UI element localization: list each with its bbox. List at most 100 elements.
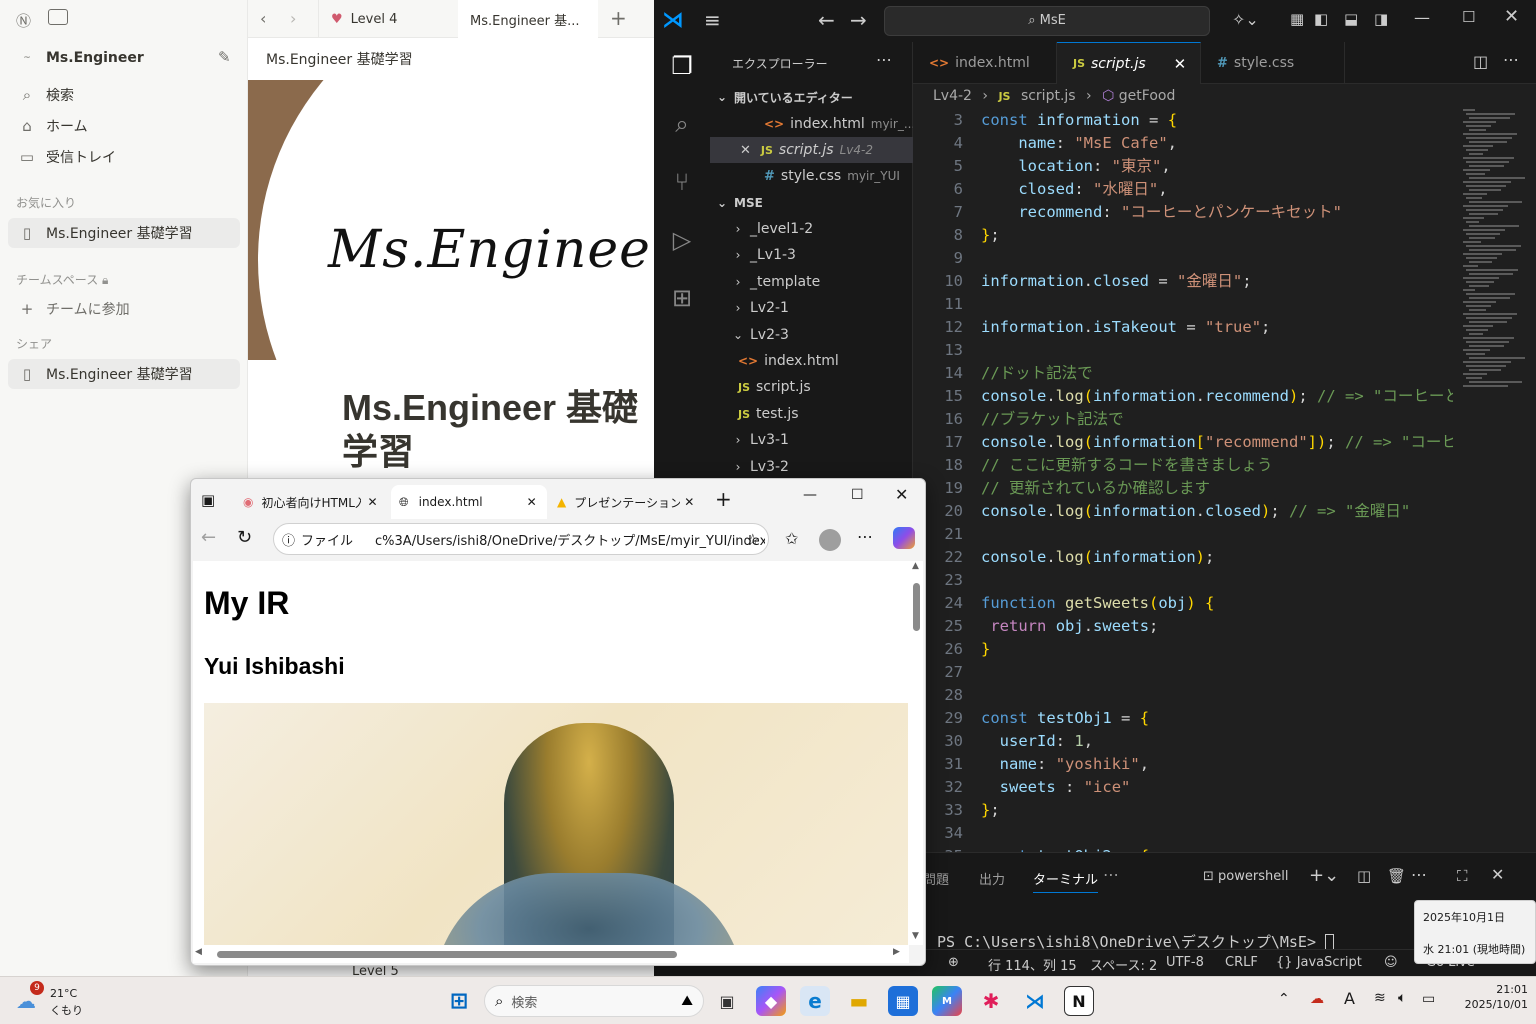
close-icon[interactable]: ✕ <box>1504 6 1519 27</box>
code-line[interactable]: 17 console.log(information["recommend"]);… <box>913 431 1453 454</box>
close-editor-icon[interactable]: ✕ <box>740 143 751 158</box>
tab-level-4[interactable]: ♥ Level 4 <box>318 0 458 38</box>
sidebar-item-home[interactable]: ⌂ ホーム <box>8 111 240 141</box>
tab-actions-icon[interactable]: ▣ <box>201 491 215 509</box>
tab-output[interactable]: 出力 <box>979 869 1005 888</box>
browser-tab-active[interactable]: 🌐︎ index.html ✕ <box>391 485 547 519</box>
code-line[interactable]: 33}; <box>913 799 1453 822</box>
vscode-app-icon[interactable]: ⋊ <box>1020 986 1050 1016</box>
copilot-status-icon[interactable]: ☺ <box>1384 955 1398 970</box>
scroll-right-icon[interactable]: ▶ <box>893 947 900 957</box>
code-line[interactable]: 21 <box>913 523 1453 546</box>
code-line[interactable]: 12 information.isTakeout = "true"; <box>913 316 1453 339</box>
panel-actions-icon[interactable]: ⋯ <box>1411 865 1427 884</box>
layout-customize-icon[interactable]: ▦ <box>1290 10 1304 28</box>
maximize-panel-icon[interactable]: ⛶ <box>1457 867 1468 885</box>
code-line[interactable]: 3 const information = { <box>913 109 1453 132</box>
tab-style-css[interactable]: # style.css <box>1201 42 1345 84</box>
tree-folder-open[interactable]: ⌄ Lv2-3 <box>710 322 913 348</box>
edge-app-icon[interactable]: e <box>800 986 830 1016</box>
maximize-icon[interactable]: ☐ <box>851 487 864 503</box>
slack-app-icon[interactable]: ✱ <box>976 986 1006 1016</box>
code-line[interactable]: 10 information.closed = "金曜日"; <box>913 270 1453 293</box>
sidebar-item-favorite-page[interactable]: ▯ Ms.Engineer 基礎学習 <box>8 218 240 248</box>
open-editors-header[interactable]: ⌄ 開いているエディター <box>710 84 913 110</box>
tree-folder[interactable]: › Lv3-1 <box>710 427 913 453</box>
tree-folder[interactable]: › _level1-2 <box>710 216 913 242</box>
ime-icon[interactable]: A <box>1344 989 1355 1008</box>
status-language[interactable]: {} JavaScript <box>1276 955 1362 970</box>
close-tab-icon[interactable]: ✕ <box>684 495 694 509</box>
m365-app-icon[interactable]: M <box>932 986 962 1016</box>
scroll-thumb[interactable] <box>913 583 920 631</box>
code-line[interactable]: 28 <box>913 684 1453 707</box>
info-icon[interactable]: ⓘ <box>282 530 295 549</box>
tab-index-html[interactable]: <> index.html <box>913 42 1057 84</box>
code-line[interactable]: 13 <box>913 339 1453 362</box>
breadcrumb-folder[interactable]: Lv4-2 <box>933 88 972 104</box>
tab-terminal[interactable]: ターミナル <box>1033 869 1099 893</box>
code-line[interactable]: 9 <box>913 247 1453 270</box>
editor-more-icon[interactable]: ⋯ <box>1503 50 1519 69</box>
tree-folder[interactable]: › _Lv1-3 <box>710 242 913 268</box>
workspace-switcher[interactable]: ~ Ms.Engineer <box>8 43 240 73</box>
code-line[interactable]: 14 //ドット記法で <box>913 362 1453 385</box>
source-control-icon[interactable]: ⑂ <box>666 168 698 200</box>
horizontal-scrollbar[interactable]: ◀ ▶ <box>193 945 909 963</box>
code-line[interactable]: 6 closed: "水曜日", <box>913 178 1453 201</box>
tree-file[interactable]: JS test.js <box>710 401 913 427</box>
nav-forward-icon[interactable]: → <box>850 8 867 32</box>
open-editor-item[interactable]: <> index.html myir_... <box>710 111 913 137</box>
status-cursor-position[interactable]: 行 114、列 15 <box>988 955 1077 974</box>
hscroll-thumb[interactable] <box>217 951 677 958</box>
workspace-folder-header[interactable]: ⌄ MSE <box>710 190 913 216</box>
scroll-down-icon[interactable]: ▼ <box>912 931 919 941</box>
nav-back-icon[interactable]: ← <box>818 8 835 32</box>
panel-more-icon[interactable]: ⋯ <box>1103 865 1119 884</box>
tree-folder[interactable]: › Lv3-2 <box>710 454 913 480</box>
new-tab-icon[interactable]: + <box>715 487 732 511</box>
code-line[interactable]: 11 <box>913 293 1453 316</box>
clock[interactable]: 21:01 2025/10/01 <box>1452 983 1528 1011</box>
browser-tab[interactable]: ◉ 初心者向けHTML入 ✕ <box>237 485 387 519</box>
minimap[interactable] <box>1463 109 1533 409</box>
tree-file[interactable]: JS script.js <box>710 374 913 400</box>
search-view-icon[interactable]: ⌕ <box>666 110 698 142</box>
code-line[interactable]: 25 return obj.sweets; <box>913 615 1453 638</box>
open-editor-item[interactable]: # style.css myir_YUI <box>710 163 913 189</box>
copilot-icon[interactable]: ✧⌄ <box>1232 10 1259 29</box>
tree-folder[interactable]: › _template <box>710 269 913 295</box>
breadcrumb-symbol[interactable]: getFood <box>1119 88 1176 104</box>
favorites-icon[interactable]: ✩ <box>785 529 798 548</box>
code-line[interactable]: 31 name: "yoshiki", <box>913 753 1453 776</box>
code-line[interactable]: 26} <box>913 638 1453 661</box>
notion-logo-icon[interactable]: Ⓝ <box>16 10 31 31</box>
show-hidden-icons[interactable]: ⌃ <box>1278 991 1290 1007</box>
sidebar-toggle-icon[interactable] <box>48 9 68 25</box>
sidebar-item-shared-page[interactable]: ▯ Ms.Engineer 基礎学習 <box>8 359 240 389</box>
split-terminal-icon[interactable]: ◫ <box>1357 867 1371 885</box>
extensions-icon[interactable]: ⊞ <box>666 284 698 316</box>
code-line[interactable]: 22 console.log(information); <box>913 546 1453 569</box>
tab-script-js[interactable]: JS script.js ✕ <box>1057 42 1201 84</box>
code-line[interactable]: 4 name: "MsE Cafe", <box>913 132 1453 155</box>
code-line[interactable]: 24 function getSweets(obj) { <box>913 592 1453 615</box>
tab-ms-engineer[interactable]: Ms.Engineer 基... <box>458 0 598 38</box>
taskbar-search[interactable]: ⌕ 検索 ⛰ <box>484 985 704 1017</box>
tab-problems[interactable]: 問題 <box>923 869 949 888</box>
close-tab-icon[interactable]: ✕ <box>367 495 377 509</box>
explorer-icon[interactable]: ❐ <box>666 52 698 84</box>
command-center-search[interactable]: ⌕ MsE <box>884 6 1210 36</box>
status-encoding[interactable]: UTF-8 <box>1166 955 1204 970</box>
code-line[interactable]: 29 const testObj1 = { <box>913 707 1453 730</box>
profile-avatar[interactable] <box>819 529 841 551</box>
sidebar-item-inbox[interactable]: ▭ 受信トレイ <box>8 142 240 172</box>
code-line[interactable]: 23 <box>913 569 1453 592</box>
minimize-icon[interactable]: — <box>803 487 817 503</box>
tree-folder[interactable]: › Lv2-1 <box>710 295 913 321</box>
code-line[interactable]: 15 console.log(information.recommend); //… <box>913 385 1453 408</box>
scroll-up-icon[interactable]: ▲ <box>912 561 919 571</box>
code-editor[interactable]: 3 const information = {4 name: "MsE Cafe"… <box>913 109 1453 854</box>
more-actions-icon[interactable]: ⋯ <box>876 50 892 69</box>
copilot-app-icon[interactable]: ◆ <box>756 986 786 1016</box>
